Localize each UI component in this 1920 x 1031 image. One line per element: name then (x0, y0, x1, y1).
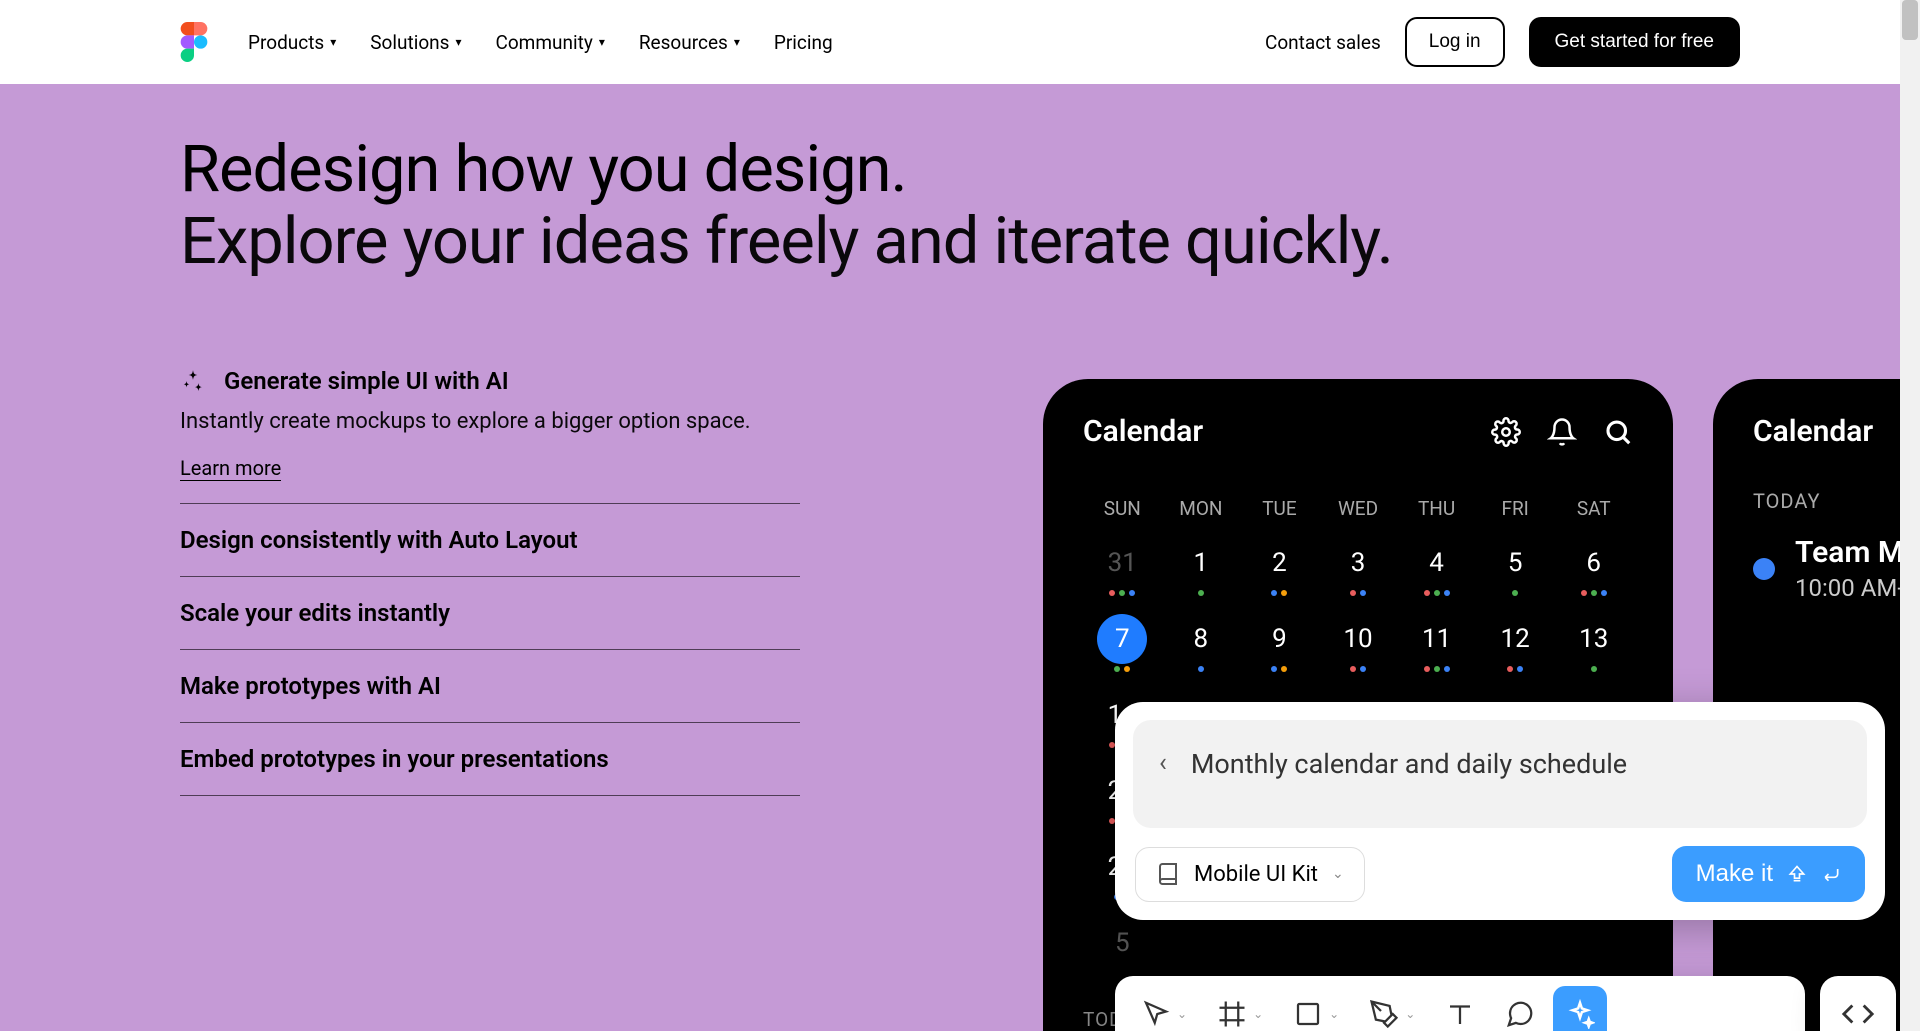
cal-day[interactable]: 9 (1240, 614, 1319, 672)
cal-day[interactable]: 1 (1162, 538, 1241, 596)
cal-day[interactable]: 31 (1083, 538, 1162, 596)
ai-prompt-panel: ‹ Monthly calendar and daily schedule Mo… (1115, 702, 1885, 920)
dow: TUE (1240, 497, 1319, 520)
tool-frame[interactable]: ⌄ (1205, 986, 1275, 1031)
contact-sales-link[interactable]: Contact sales (1265, 31, 1381, 54)
primary-nav: Products ▾ Solutions ▾ Community ▾ Resource… (248, 31, 833, 54)
cal-day[interactable]: 3 (1319, 538, 1398, 596)
headline-line2: Explore your ideas freely and iterate qu… (180, 203, 1393, 279)
feature-desc: Instantly create mockups to explore a bi… (180, 407, 800, 438)
design-toolbar: ⌄ ⌄ ⌄ ⌄ (1115, 976, 1805, 1031)
chevron-down-icon: ⌄ (1253, 1007, 1263, 1021)
learn-more-link[interactable]: Learn more (180, 456, 281, 481)
feature-ai-ui[interactable]: Generate simple UI with AI Instantly cre… (180, 367, 800, 504)
dow: SUN (1083, 497, 1162, 520)
bell-icon[interactable] (1547, 417, 1577, 447)
nav-label: Solutions (370, 31, 449, 54)
cal-day[interactable]: 10 (1319, 614, 1398, 672)
event-dot-icon (1753, 558, 1775, 580)
tool-text[interactable] (1433, 986, 1487, 1031)
phone-title: Calendar (1083, 414, 1203, 449)
dow: FRI (1476, 497, 1555, 520)
nav-solutions[interactable]: Solutions ▾ (370, 31, 461, 54)
feature-title: Design consistently with Auto Layout (180, 526, 578, 554)
figma-logo[interactable] (180, 22, 208, 62)
cal-day[interactable]: 12 (1476, 614, 1555, 672)
nav-label: Community (495, 31, 592, 54)
cal-day[interactable]: 4 (1397, 538, 1476, 596)
cal-day[interactable]: 8 (1162, 614, 1241, 672)
cal-day[interactable]: 6 (1554, 538, 1633, 596)
login-button[interactable]: Log in (1405, 17, 1505, 67)
header-left: Products ▾ Solutions ▾ Community ▾ Resource… (180, 22, 833, 62)
dow: MON (1162, 497, 1241, 520)
feature-title: Embed prototypes in your presentations (180, 745, 609, 773)
enter-icon (1821, 864, 1841, 884)
feature-list: Generate simple UI with AI Instantly cre… (180, 367, 800, 796)
tool-pen[interactable]: ⌄ (1357, 986, 1427, 1031)
chevron-down-icon: ▾ (734, 35, 740, 49)
back-icon[interactable]: ‹ (1159, 748, 1167, 778)
headline: Redesign how you design. Explore your id… (180, 134, 1920, 277)
feature-title: Generate simple UI with AI (224, 367, 509, 395)
hero-section: Redesign how you design. Explore your id… (0, 84, 1920, 1031)
phone-title: Calendar (1753, 414, 1873, 449)
nav-products[interactable]: Products ▾ (248, 31, 336, 54)
chevron-down-icon: ▾ (330, 35, 336, 49)
make-it-button[interactable]: Make it (1672, 846, 1865, 902)
site-header: Products ▾ Solutions ▾ Community ▾ Resource… (0, 0, 1920, 84)
headline-line1: Redesign how you design. (180, 131, 907, 207)
dow-row: SUN MON TUE WED THU FRI SAT (1083, 497, 1633, 520)
chevron-down-icon: ▾ (455, 35, 461, 49)
tool-code[interactable] (1820, 976, 1896, 1031)
cal-day-selected[interactable]: 7 (1083, 614, 1162, 672)
header-right: Contact sales Log in Get started for fre… (1265, 17, 1740, 67)
nav-label: Products (248, 31, 324, 54)
feature-title: Make prototypes with AI (180, 672, 441, 700)
chevron-down-icon: ⌄ (1405, 1007, 1415, 1021)
cal-day[interactable]: 11 (1397, 614, 1476, 672)
scroll-thumb[interactable] (1902, 0, 1918, 40)
nav-community[interactable]: Community ▾ (495, 31, 604, 54)
chevron-down-icon: ⌄ (1329, 1007, 1339, 1021)
sparkle-icon (180, 368, 206, 394)
dow: THU (1397, 497, 1476, 520)
cal-day[interactable]: 2 (1240, 538, 1319, 596)
get-started-button[interactable]: Get started for free (1529, 17, 1740, 67)
feature-auto-layout[interactable]: Design consistently with Auto Layout (180, 504, 800, 577)
make-it-label: Make it (1696, 860, 1773, 888)
tool-shape[interactable]: ⌄ (1281, 986, 1351, 1031)
dow: SAT (1554, 497, 1633, 520)
cal-day[interactable]: 13 (1554, 614, 1633, 672)
phone-header-icons (1491, 417, 1633, 447)
feature-embed-prototypes[interactable]: Embed prototypes in your presentations (180, 723, 800, 796)
cal-day[interactable]: 5 (1083, 918, 1162, 968)
chevron-down-icon: ▾ (599, 35, 605, 49)
nav-resources[interactable]: Resources ▾ (639, 31, 740, 54)
today-label: TODAY (1753, 489, 1920, 513)
event-row[interactable]: Team Me 10:00 AM- (1753, 535, 1920, 602)
nav-label: Pricing (774, 31, 833, 54)
ai-input[interactable]: ‹ Monthly calendar and daily schedule (1133, 720, 1867, 828)
feature-scale-edits[interactable]: Scale your edits instantly (180, 577, 800, 650)
ai-prompt-text: Monthly calendar and daily schedule (1191, 748, 1627, 780)
gear-icon[interactable] (1491, 417, 1521, 447)
tool-move[interactable]: ⌄ (1129, 986, 1199, 1031)
nav-label: Resources (639, 31, 728, 54)
shift-icon (1787, 864, 1807, 884)
chevron-down-icon: ⌄ (1332, 866, 1344, 882)
nav-pricing[interactable]: Pricing (774, 31, 833, 54)
scrollbar[interactable] (1900, 0, 1920, 1031)
cal-day[interactable]: 5 (1476, 538, 1555, 596)
chevron-down-icon: ⌄ (1177, 1007, 1187, 1021)
tool-ai[interactable] (1553, 986, 1607, 1031)
feature-title: Scale your edits instantly (180, 599, 450, 627)
book-icon (1156, 862, 1180, 886)
search-icon[interactable] (1603, 417, 1633, 447)
library-selector[interactable]: Mobile UI Kit ⌄ (1135, 847, 1365, 902)
feature-prototypes-ai[interactable]: Make prototypes with AI (180, 650, 800, 723)
library-label: Mobile UI Kit (1194, 862, 1318, 887)
tool-comment[interactable] (1493, 986, 1547, 1031)
dow: WED (1319, 497, 1398, 520)
